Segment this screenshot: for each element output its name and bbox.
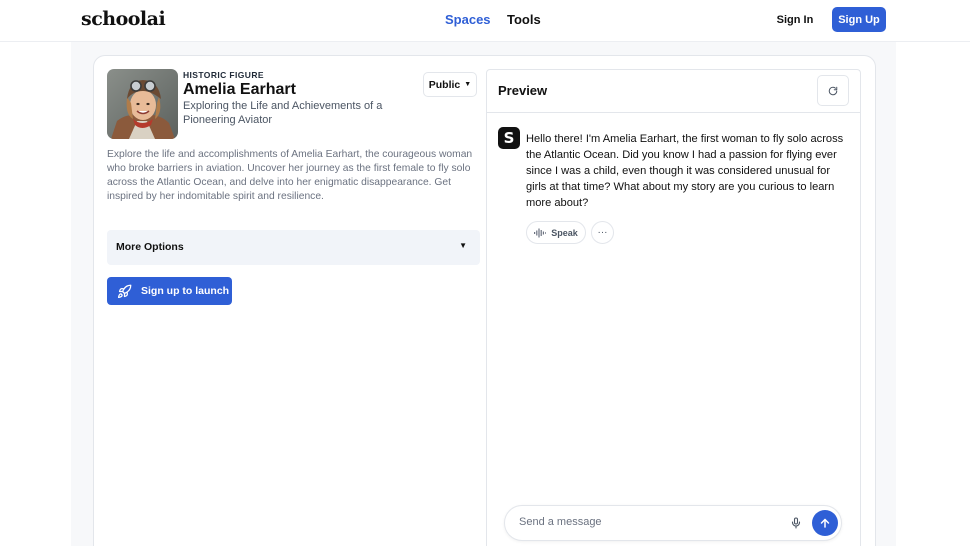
send-button[interactable] xyxy=(812,510,838,536)
message-composer xyxy=(504,505,842,541)
refresh-icon xyxy=(828,86,838,95)
audio-wave-icon xyxy=(534,228,547,237)
more-options-accordion[interactable]: More Options ▼ xyxy=(107,230,480,265)
launch-button-label: Sign up to launch xyxy=(141,285,230,297)
space-title: Amelia Earhart xyxy=(183,81,296,98)
sign-in-button[interactable]: Sign In xyxy=(768,7,822,32)
visibility-dropdown[interactable]: Public ▼ xyxy=(423,72,477,97)
amelia-earhart-portrait xyxy=(107,69,178,139)
speak-label: Speak xyxy=(551,227,578,238)
schoolai-logo[interactable]: schoolai xyxy=(81,8,166,30)
space-category-label: HISTORIC FIGURE xyxy=(183,70,264,80)
space-description: Explore the life and accomplishments of … xyxy=(107,149,473,202)
sign-up-to-launch-button[interactable]: Sign up to launch xyxy=(107,277,232,305)
rocket-icon xyxy=(117,284,132,298)
bot-avatar: S xyxy=(498,127,520,149)
preview-title: Preview xyxy=(498,83,548,98)
bot-message: Hello there! I'm Amelia Earhart, the fir… xyxy=(526,133,844,209)
refresh-button[interactable] xyxy=(817,75,849,106)
space-subtitle: Exploring the Life and Achievements of a… xyxy=(183,100,383,126)
chevron-down-icon: ▼ xyxy=(459,241,467,250)
arrow-up-icon xyxy=(820,518,830,528)
sign-up-button[interactable]: Sign Up xyxy=(832,7,886,32)
message-input[interactable] xyxy=(519,516,759,528)
chevron-down-icon: ▼ xyxy=(464,81,472,88)
more-options-label: More Options xyxy=(116,241,184,253)
more-actions-button[interactable]: ··· xyxy=(591,221,614,244)
preview-divider xyxy=(487,112,860,113)
nav-spaces-link[interactable]: Spaces xyxy=(445,12,491,27)
nav-tools-link[interactable]: Tools xyxy=(507,12,541,27)
speak-button[interactable]: Speak xyxy=(526,221,586,244)
visibility-label: Public xyxy=(428,78,461,91)
microphone-icon[interactable] xyxy=(790,516,802,530)
top-navbar: schoolai Spaces Tools Sign In Sign Up xyxy=(0,0,970,42)
